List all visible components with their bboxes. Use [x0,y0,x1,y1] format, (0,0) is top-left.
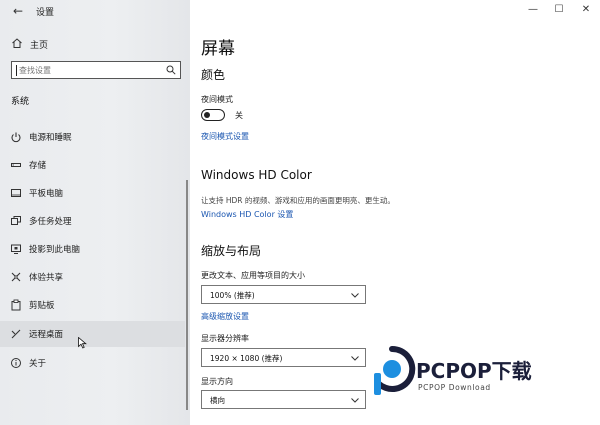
chevron-down-icon [351,398,359,403]
section-heading-scale-layout: 缩放与布局 [201,244,262,258]
hd-color-description: 让支持 HDR 的视频、游戏和应用的画面更明亮、更生动。 [201,196,395,205]
sidebar-item-about[interactable]: 关于 [0,350,185,376]
sidebar-item-power-sleep[interactable]: 电源和睡眠 [0,124,185,150]
sidebar-item-project[interactable]: 投影到此电脑 [0,236,185,262]
sidebar-item-multitask[interactable]: 多任务处理 [0,208,185,234]
resolution-dropdown[interactable]: 1920 × 1080 (推荐) [201,348,366,367]
chevron-down-icon [351,293,359,298]
clipboard-icon [11,299,21,311]
watermark-brand: PCPOP下载 [416,359,532,383]
orientation-dropdown[interactable]: 横向 [201,390,366,409]
night-mode-state: 关 [235,111,243,120]
resolution-label: 显示器分辨率 [201,334,249,343]
sidebar-item-label: 远程桌面 [29,330,64,340]
night-mode-toggle[interactable] [201,109,225,121]
titlebar-left: ← 设置 [0,0,190,22]
advanced-scaling-link[interactable]: 高级缩放设置 [201,311,249,322]
maximize-icon[interactable]: ☐ [552,4,566,15]
sidebar-item-label: 主页 [30,41,49,51]
section-label-system: 系统 [11,97,30,107]
info-icon [11,358,21,368]
sidebar-item-label: 平板电脑 [29,189,64,199]
sidebar-item-shared-experience[interactable]: 体验共享 [0,264,185,290]
sidebar-item-label: 关于 [29,359,47,369]
orientation-value: 横向 [210,396,225,405]
hd-color-settings-link[interactable]: Windows HD Color 设置 [201,209,293,220]
storage-icon [11,163,21,167]
sidebar-item-remote-desktop[interactable]: 远程桌面 [0,321,185,349]
power-icon [11,132,21,143]
minimize-icon[interactable]: — [526,4,540,15]
back-arrow-icon[interactable]: ← [10,3,26,19]
shared-experience-icon [11,272,21,282]
sidebar-item-clipboard[interactable]: 剪贴板 [0,292,185,318]
sidebar-scrollbar[interactable] [186,180,188,410]
sidebar-item-label: 剪贴板 [29,301,55,311]
sidebar-item-home[interactable]: 主页 [0,34,190,54]
search-box[interactable] [11,61,181,79]
orientation-label: 显示方向 [201,377,233,386]
night-mode-label: 夜间模式 [201,95,233,104]
settings-sidebar: ← 设置 主页 系统 电源和睡眠 存储 [0,0,190,425]
sidebar-item-label: 电源和睡眠 [29,133,72,143]
sidebar-item-label: 体验共享 [29,273,64,283]
text-cursor [16,65,17,76]
sidebar-item-label: 投影到此电脑 [29,245,81,255]
app-title: 设置 [36,8,55,18]
multitask-icon [11,216,21,225]
night-mode-settings-link[interactable]: 夜间模式设置 [201,131,249,142]
close-icon[interactable]: ✕ [579,4,593,15]
section-heading-hd-color: Windows HD Color [201,168,312,182]
pcpop-logo-icon [374,345,416,395]
section-heading-color: 颜色 [201,68,226,82]
mouse-cursor-icon [78,337,87,349]
page-title: 屏幕 [201,39,235,59]
search-icon[interactable] [166,65,176,75]
scale-label: 更改文本、应用等项目的大小 [201,271,305,280]
scale-dropdown[interactable]: 100% (推荐) [201,285,366,304]
resolution-value: 1920 × 1080 (推荐) [210,354,283,363]
search-input[interactable] [19,63,159,77]
sidebar-item-tablet[interactable]: 平板电脑 [0,180,185,206]
sidebar-item-label: 多任务处理 [29,217,72,227]
chevron-down-icon [351,356,359,361]
tablet-icon [11,189,21,197]
home-icon [12,38,22,48]
remote-desktop-icon [11,329,21,339]
project-icon [11,244,21,254]
pcpop-watermark: PCPOP下载 PCPOP Download [368,345,598,400]
sidebar-item-label: 存储 [29,161,47,171]
watermark-sub: PCPOP Download [418,383,491,392]
sidebar-item-storage[interactable]: 存储 [0,152,185,178]
scale-value: 100% (推荐) [210,291,255,300]
toggle-knob [204,111,210,118]
